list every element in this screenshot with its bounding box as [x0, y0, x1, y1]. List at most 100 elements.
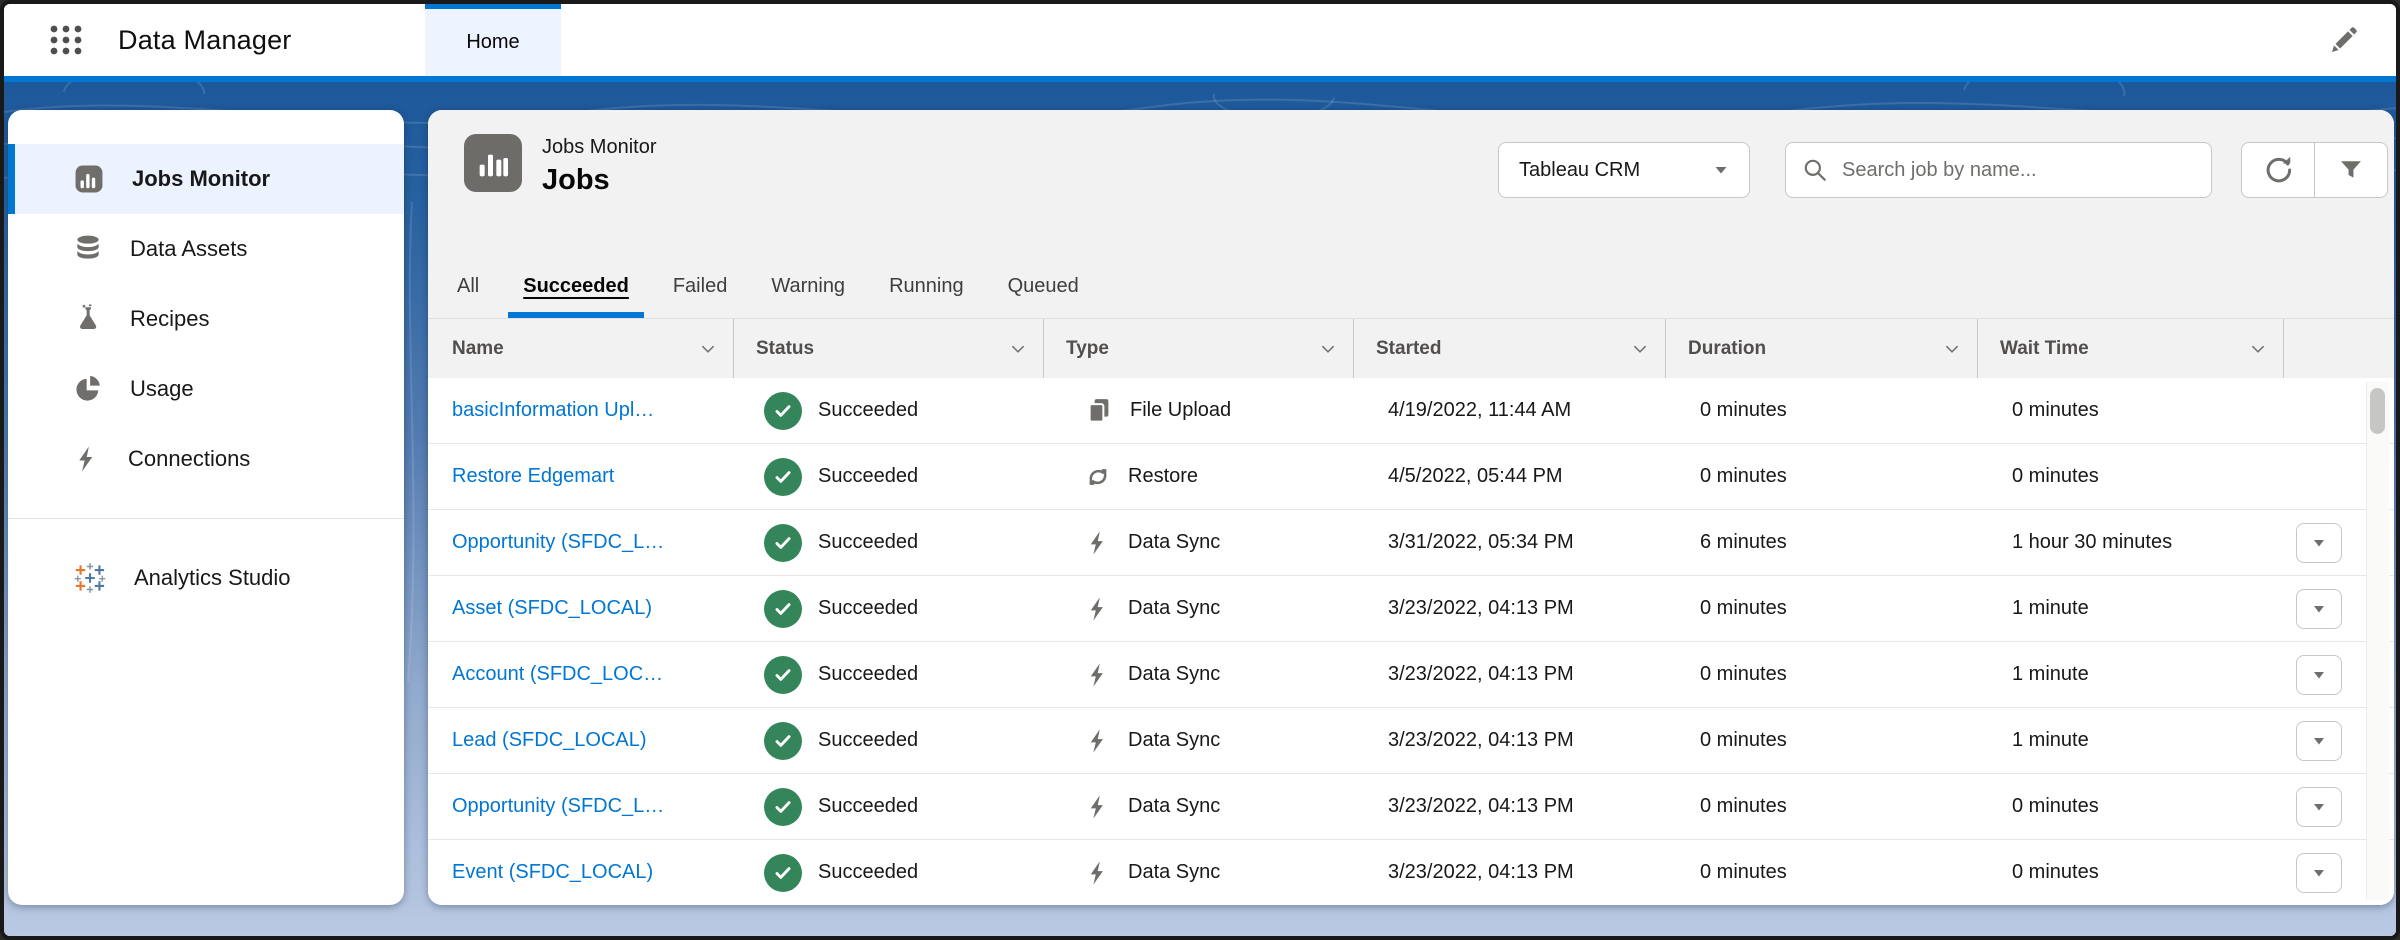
sidebar-item-label: Data Assets: [130, 236, 247, 262]
name-cell: Restore Edgemart: [428, 444, 734, 509]
name-cell: Lead (SFDC_LOCAL): [428, 708, 734, 773]
type-cell: Data Sync: [1044, 510, 1354, 575]
filter-button[interactable]: [2314, 143, 2387, 197]
tab-home[interactable]: Home: [425, 4, 561, 76]
status-text: Succeeded: [818, 399, 918, 422]
type-text: Data Sync: [1128, 729, 1220, 752]
sidebar-footer-nav: Analytics Studio: [8, 543, 404, 613]
wait-time-cell: 1 minute: [1978, 708, 2284, 773]
row-actions-dropdown-button[interactable]: [2296, 523, 2342, 563]
type-cell: Data Sync: [1044, 840, 1354, 905]
type-text: Data Sync: [1128, 531, 1220, 554]
wait-time-cell: 0 minutes: [1978, 378, 2284, 443]
success-check-icon: [764, 524, 802, 562]
table-actions-group: [2241, 142, 2388, 198]
column-header-status[interactable]: Status: [734, 319, 1044, 378]
table-row: Account (SFDC_LOC… SucceededData Sync3/2…: [428, 642, 2394, 708]
job-name-link[interactable]: Opportunity (SFDC_L…: [452, 795, 664, 818]
job-name-link[interactable]: Lead (SFDC_LOCAL): [452, 729, 647, 752]
status-text: Succeeded: [818, 531, 918, 554]
table-row: Opportunity (SFDC_L… SucceededData Sync3…: [428, 510, 2394, 576]
column-label: Name: [452, 338, 504, 360]
job-name-link[interactable]: Opportunity (SFDC_L…: [452, 531, 664, 554]
column-header-type[interactable]: Type: [1044, 319, 1354, 378]
chevron-down-icon: [699, 340, 717, 358]
tab-running[interactable]: Running: [874, 260, 979, 318]
table-body: basicInformation Upl… Succeeded File Uplo…: [428, 378, 2394, 905]
chevron-down-icon: [2249, 340, 2267, 358]
tab-failed[interactable]: Failed: [658, 260, 742, 318]
success-check-icon: [764, 854, 802, 892]
type-cell: Data Sync: [1044, 576, 1354, 641]
type-text: Data Sync: [1128, 795, 1220, 818]
status-cell: Succeeded: [734, 510, 1044, 575]
tab-succeeded[interactable]: Succeeded: [508, 260, 644, 318]
flask-icon: [72, 303, 104, 335]
column-header-started[interactable]: Started: [1354, 319, 1666, 378]
refresh-button[interactable]: [2242, 143, 2314, 197]
sidebar-item-recipes[interactable]: Recipes: [8, 284, 404, 354]
sidebar-item-jobs-monitor[interactable]: Jobs Monitor: [8, 144, 404, 214]
job-name-link[interactable]: Event (SFDC_LOCAL): [452, 861, 653, 884]
started-cell: 3/23/2022, 04:13 PM: [1354, 840, 1666, 905]
chevron-down-icon: [1319, 340, 1337, 358]
column-header-wait-time[interactable]: Wait Time: [1978, 319, 2284, 378]
edit-pencil-icon[interactable]: [2328, 24, 2360, 56]
tab-queued[interactable]: Queued: [993, 260, 1094, 318]
table-row: Asset (SFDC_LOCAL) SucceededData Sync3/2…: [428, 576, 2394, 642]
status-cell: Succeeded: [734, 444, 1044, 509]
lightning-icon: [72, 444, 102, 474]
jobs-monitor-panel: Jobs Monitor Jobs Tableau CRM: [428, 110, 2394, 905]
row-actions-dropdown-button[interactable]: [2296, 853, 2342, 893]
chevron-down-icon: [1943, 340, 1961, 358]
sidebar-item-analytics-studio[interactable]: Analytics Studio: [8, 543, 404, 613]
duration-cell: 0 minutes: [1666, 774, 1978, 839]
table-header-row: Name StatusTypeStartedDuration Wait Time: [428, 318, 2394, 378]
tab-all[interactable]: All: [442, 260, 494, 318]
sidebar-item-connections[interactable]: Connections: [8, 424, 404, 494]
action-dropdown-icon: [2312, 602, 2326, 616]
column-header-duration[interactable]: Duration: [1666, 319, 1978, 378]
job-name-link[interactable]: Restore Edgemart: [452, 465, 614, 488]
app-launcher-icon[interactable]: [48, 22, 84, 58]
wait-time-cell: 0 minutes: [1978, 774, 2284, 839]
row-actions-dropdown-button[interactable]: [2296, 589, 2342, 629]
sidebar-item-usage[interactable]: Usage: [8, 354, 404, 424]
status-cell: Succeeded: [734, 642, 1044, 707]
duration-cell: 0 minutes: [1666, 576, 1978, 641]
tableau-logo-icon: [72, 560, 108, 596]
sidebar-divider: [8, 518, 404, 519]
type-cell: Data Sync: [1044, 774, 1354, 839]
job-name-link[interactable]: Account (SFDC_LOC…: [452, 663, 663, 686]
job-name-link[interactable]: basicInformation Upl…: [452, 399, 654, 422]
sidebar-item-label: Analytics Studio: [134, 565, 291, 591]
database-icon: [72, 233, 104, 265]
search-job-input[interactable]: [1840, 158, 2195, 183]
app-filter-dropdown[interactable]: Tableau CRM: [1498, 142, 1750, 198]
dropdown-arrow-icon: [1713, 162, 1729, 178]
restore-icon: [1084, 463, 1112, 491]
search-icon: [1802, 157, 1828, 183]
type-text: File Upload: [1130, 399, 1231, 422]
row-actions-dropdown-button[interactable]: [2296, 721, 2342, 761]
scrollbar[interactable]: [2366, 382, 2389, 900]
bar-chart-icon: [464, 134, 522, 192]
column-label: Wait Time: [2000, 338, 2089, 360]
tab-warning[interactable]: Warning: [756, 260, 860, 318]
success-check-icon: [764, 788, 802, 826]
action-dropdown-icon: [2312, 668, 2326, 682]
name-cell: basicInformation Upl…: [428, 378, 734, 443]
column-header-actions: [2284, 319, 2394, 378]
type-text: Data Sync: [1128, 861, 1220, 884]
status-text: Succeeded: [818, 663, 918, 686]
row-actions-dropdown-button[interactable]: [2296, 787, 2342, 827]
name-cell: Account (SFDC_LOC…: [428, 642, 734, 707]
duration-cell: 6 minutes: [1666, 510, 1978, 575]
row-actions-dropdown-button[interactable]: [2296, 655, 2342, 695]
pie-chart-icon: [72, 373, 104, 405]
column-header-name[interactable]: Name: [428, 319, 734, 378]
job-name-link[interactable]: Asset (SFDC_LOCAL): [452, 597, 652, 620]
name-cell: Opportunity (SFDC_L…: [428, 774, 734, 839]
scrollbar-thumb[interactable]: [2370, 388, 2385, 434]
sidebar-item-data-assets[interactable]: Data Assets: [8, 214, 404, 284]
